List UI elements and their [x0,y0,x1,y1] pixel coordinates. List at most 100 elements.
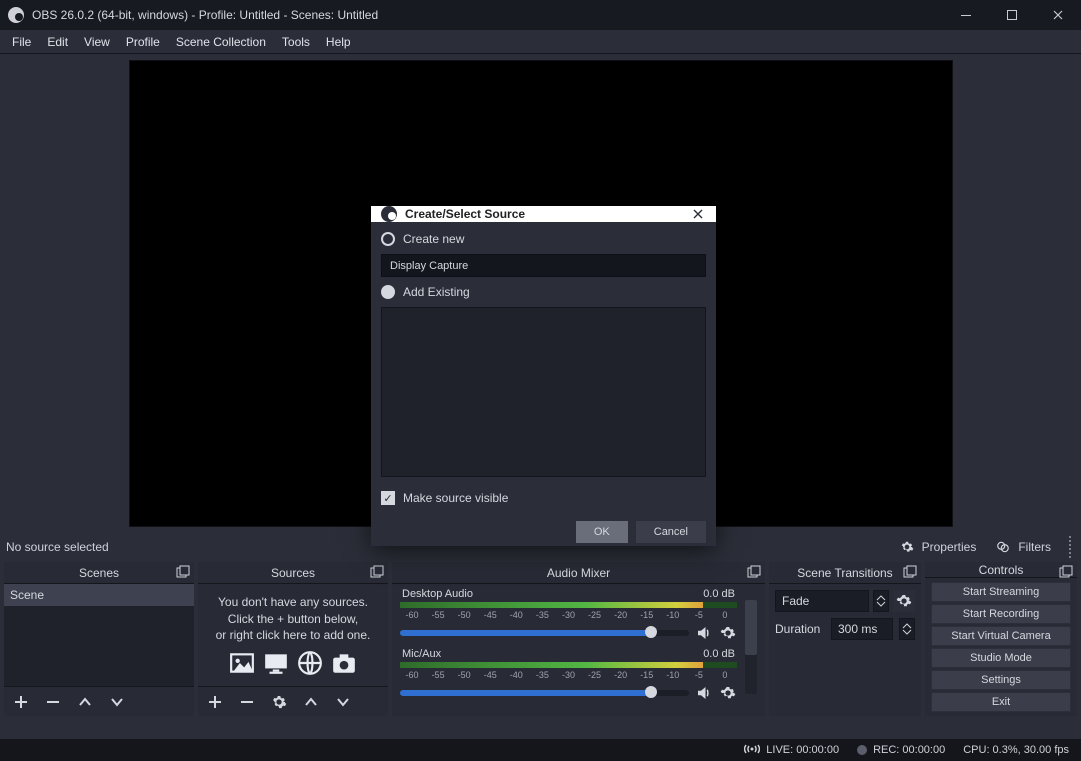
scene-up-button[interactable] [76,693,94,711]
audio-mixer-panel: Audio Mixer Desktop Audio 0.0 dB -60-55-… [392,562,765,716]
audio-name: Mic/Aux [402,648,441,660]
volume-slider[interactable] [400,690,689,696]
audio-name: Desktop Audio [402,588,473,600]
cpu-status: CPU: 0.3%, 30.00 fps [963,744,1069,756]
audio-meter: -60-55-50-45-40-35-30-25-20-15-10-50 [400,662,737,680]
toolbar-grip[interactable] [1069,536,1075,558]
audio-title: Audio Mixer [547,566,610,580]
transitions-title: Scene Transitions [797,566,892,580]
gear-icon [898,538,916,556]
scene-transitions-panel: Scene Transitions Fade Duration 300 ms [769,562,921,716]
source-up-button[interactable] [302,693,320,711]
start-recording-button[interactable]: Start Recording [931,604,1071,624]
audio-level: 0.0 dB [703,648,735,660]
close-icon[interactable] [690,206,706,222]
exit-button[interactable]: Exit [931,692,1071,712]
audio-meter: -60-55-50-45-40-35-30-25-20-15-10-50 [400,602,737,620]
audio-level: 0.0 dB [703,588,735,600]
popout-icon[interactable] [747,565,761,579]
transition-select[interactable]: Fade [775,590,869,612]
speaker-icon[interactable] [695,624,713,642]
camera-icon [331,650,357,676]
add-scene-button[interactable] [12,693,30,711]
start-virtual-camera-button[interactable]: Start Virtual Camera [931,626,1071,646]
audio-item-desktop: Desktop Audio 0.0 dB -60-55-50-45-40-35-… [400,588,737,642]
gear-icon[interactable] [719,624,737,642]
menu-view[interactable]: View [84,35,110,49]
sources-panel: Sources You don't have any sources. Clic… [198,562,388,716]
popout-icon[interactable] [370,565,384,579]
menu-edit[interactable]: Edit [47,35,68,49]
radio-icon [381,285,395,299]
minimize-button[interactable] [943,0,989,30]
menu-profile[interactable]: Profile [126,35,160,49]
duration-input[interactable]: 300 ms [831,618,893,640]
transition-spinner[interactable] [873,590,889,612]
audio-scrollbar[interactable] [745,600,757,694]
popout-icon[interactable] [903,565,917,579]
maximize-button[interactable] [989,0,1035,30]
menu-tools[interactable]: Tools [282,35,310,49]
menu-file[interactable]: File [12,35,31,49]
scenes-title: Scenes [79,566,119,580]
gear-icon[interactable] [719,684,737,702]
studio-mode-button[interactable]: Studio Mode [931,648,1071,668]
image-icon [229,650,255,676]
controls-title: Controls [979,563,1024,577]
properties-button[interactable]: Properties [892,538,983,556]
obs-logo-icon [381,206,397,222]
transition-settings-button[interactable] [893,590,915,612]
filters-button[interactable]: Filters [988,538,1057,556]
display-icon [263,650,289,676]
volume-slider[interactable] [400,630,689,636]
menubar: File Edit View Profile Scene Collection … [0,30,1081,54]
menu-help[interactable]: Help [326,35,351,49]
menu-scene-collection[interactable]: Scene Collection [176,35,266,49]
scene-down-button[interactable] [108,693,126,711]
scene-item[interactable]: Scene [4,584,194,606]
sources-empty-line1: You don't have any sources. [218,594,368,611]
filters-icon [994,538,1012,556]
source-down-button[interactable] [334,693,352,711]
close-button[interactable] [1035,0,1081,30]
radio-icon [381,232,395,246]
settings-button[interactable]: Settings [931,670,1071,690]
checkbox-icon: ✓ [381,491,395,505]
duration-label: Duration [775,622,825,636]
create-source-dialog: Create/Select Source Create new Display … [371,206,716,546]
source-name-input[interactable]: Display Capture [381,254,706,277]
statusbar: LIVE: 00:00:00 REC: 00:00:00 CPU: 0.3%, … [0,739,1081,761]
sources-title: Sources [271,566,315,580]
remove-scene-button[interactable] [44,693,62,711]
create-new-radio[interactable]: Create new [381,232,706,246]
dialog-title: Create/Select Source [405,207,682,221]
add-existing-radio[interactable]: Add Existing [381,285,706,299]
popout-icon[interactable] [1059,565,1073,579]
speaker-icon[interactable] [695,684,713,702]
controls-panel: Controls Start Streaming Start Recording… [925,562,1077,716]
window-title: OBS 26.0.2 (64-bit, windows) - Profile: … [32,8,943,22]
scenes-list[interactable]: Scene [4,584,194,686]
duration-spinner[interactable] [899,618,915,640]
audio-item-mic: Mic/Aux 0.0 dB -60-55-50-45-40-35-30-25-… [400,648,737,702]
cancel-button[interactable]: Cancel [636,521,706,543]
popout-icon[interactable] [176,565,190,579]
sources-empty[interactable]: You don't have any sources. Click the + … [198,584,388,686]
start-streaming-button[interactable]: Start Streaming [931,582,1071,602]
titlebar: OBS 26.0.2 (64-bit, windows) - Profile: … [0,0,1081,30]
existing-sources-list[interactable] [381,307,706,477]
scenes-panel: Scenes Scene [4,562,194,716]
source-settings-button[interactable] [270,693,288,711]
sources-empty-line3: or right click here to add one. [216,627,371,644]
sources-empty-line2: Click the + button below, [228,611,358,628]
rec-status: REC: 00:00:00 [873,744,945,756]
no-source-label: No source selected [6,540,109,554]
make-visible-checkbox[interactable]: ✓ Make source visible [381,491,706,505]
ok-button[interactable]: OK [576,521,628,543]
globe-icon [297,650,323,676]
record-dot-icon [857,745,867,755]
broadcast-icon [744,743,760,758]
live-status: LIVE: 00:00:00 [766,744,839,756]
add-source-button[interactable] [206,693,224,711]
remove-source-button[interactable] [238,693,256,711]
